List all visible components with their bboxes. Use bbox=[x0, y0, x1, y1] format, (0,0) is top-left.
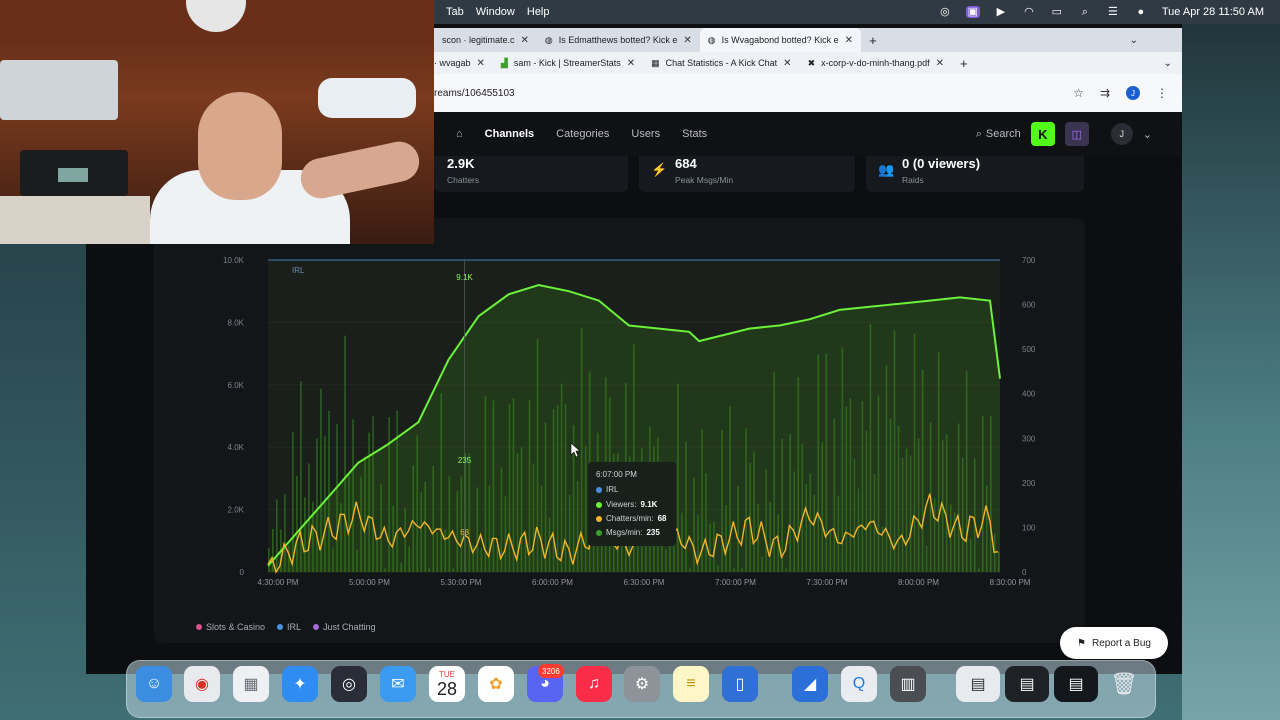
y-right-tick-label: 400 bbox=[1022, 390, 1036, 399]
y-right-tick-label: 600 bbox=[1022, 301, 1036, 310]
x-tick-label: 7:00:00 PM bbox=[715, 578, 756, 587]
webcam-overlay bbox=[0, 0, 434, 244]
tooltip-msgs: Msgs/min: 235 bbox=[596, 528, 660, 537]
chatters-dot bbox=[596, 515, 602, 522]
y-right-tick-label: 200 bbox=[1022, 479, 1036, 488]
launchpad-icon[interactable]: ▦ bbox=[233, 666, 269, 702]
viewers-dot bbox=[596, 501, 602, 508]
calendar-day: 28 bbox=[436, 678, 458, 699]
legend-dot bbox=[313, 624, 320, 630]
tooltip-chatters: Chatters/min: 68 bbox=[596, 514, 666, 523]
x-tick-label: 4:30:00 PM bbox=[258, 578, 299, 587]
photos-icon[interactable]: ✿ bbox=[478, 666, 514, 702]
y-right-tick-label: 500 bbox=[1022, 345, 1036, 354]
hover-chatters-label: 68 bbox=[460, 528, 469, 537]
legend-just-chatting[interactable]: Just Chatting bbox=[313, 622, 376, 632]
y-right-tick-label: 700 bbox=[1022, 256, 1036, 265]
y-left-tick-label: 6.0K bbox=[228, 381, 245, 390]
notes-icon[interactable]: ≡ bbox=[673, 666, 709, 702]
x-tick-label: 8:00:00 PM bbox=[898, 578, 939, 587]
safari-icon[interactable]: ✦ bbox=[282, 666, 318, 702]
report-bug-button[interactable]: ⚑ Report a Bug bbox=[1060, 627, 1168, 659]
y-left-tick-label: 0 bbox=[240, 568, 245, 577]
x-tick-label: 8:30:00 PM bbox=[990, 578, 1031, 587]
settings-icon[interactable]: ⚙ bbox=[624, 666, 660, 702]
chart-tooltip: 6:07:00 PM IRL Viewers: 9.1K Chatters/mi… bbox=[588, 462, 676, 546]
music-icon[interactable]: ♫ bbox=[576, 666, 612, 702]
y-left-tick-label: 10.0K bbox=[223, 256, 245, 265]
recent-window-3[interactable]: ▤ bbox=[1054, 666, 1098, 702]
chart-legend: Slots & Casino IRL Just Chatting bbox=[196, 622, 376, 632]
legend-dot bbox=[277, 624, 284, 630]
tooltip-time: 6:07:00 PM bbox=[596, 470, 637, 479]
person-head bbox=[198, 92, 282, 200]
discord-badge: 3206 bbox=[538, 664, 564, 678]
x-tick-label: 6:00:00 PM bbox=[532, 578, 573, 587]
peak-label: 9.1K bbox=[456, 273, 473, 282]
legend-irl[interactable]: IRL bbox=[277, 622, 301, 632]
app-icon[interactable]: ◢ bbox=[792, 666, 828, 702]
y-right-tick-label: 100 bbox=[1022, 523, 1036, 532]
porthole-window bbox=[318, 78, 416, 118]
x-tick-label: 7:30:00 PM bbox=[807, 578, 848, 587]
x-tick-label: 6:30:00 PM bbox=[624, 578, 665, 587]
obs-icon[interactable]: ◎ bbox=[331, 666, 367, 702]
calendar-icon[interactable]: TUE 28 bbox=[429, 666, 465, 702]
x-tick-label: 5:00:00 PM bbox=[349, 578, 390, 587]
y-right-tick-label: 0 bbox=[1022, 568, 1027, 577]
recent-window-2[interactable]: ▤ bbox=[1005, 666, 1049, 702]
preview-icon[interactable]: ▯ bbox=[722, 666, 758, 702]
mail-icon[interactable]: ✉ bbox=[380, 666, 416, 702]
legend-dot bbox=[196, 624, 202, 630]
y-right-tick-label: 300 bbox=[1022, 434, 1036, 443]
msgs-dot bbox=[596, 529, 602, 536]
category-band-label: IRL bbox=[292, 266, 305, 275]
tooltip-category: IRL bbox=[596, 485, 618, 494]
y-left-tick-label: 8.0K bbox=[228, 318, 245, 327]
trash-icon[interactable]: 🗑 bbox=[1106, 666, 1142, 702]
stereo-unit bbox=[0, 60, 118, 120]
tooltip-viewers: Viewers: 9.1K bbox=[596, 500, 657, 509]
cabin-panel bbox=[0, 196, 150, 244]
x-tick-label: 5:30:00 PM bbox=[441, 578, 482, 587]
person-arm bbox=[297, 137, 423, 203]
bug-report-icon: ⚑ bbox=[1077, 637, 1087, 649]
y-left-tick-label: 2.0K bbox=[228, 506, 245, 515]
legend-slots[interactable]: Slots & Casino bbox=[196, 622, 265, 632]
chrome-icon[interactable]: ◉ bbox=[184, 666, 220, 702]
radio-screen bbox=[58, 168, 88, 182]
hover-msgs-label: 235 bbox=[458, 456, 472, 465]
y-left-tick-label: 4.0K bbox=[228, 443, 245, 452]
quicktime-icon[interactable]: Q bbox=[841, 666, 877, 702]
calculator-icon[interactable]: ▥ bbox=[890, 666, 926, 702]
irl-dot bbox=[596, 486, 602, 493]
calendar-month: TUE bbox=[439, 669, 455, 679]
recent-window-1[interactable]: ▤ bbox=[956, 666, 1000, 702]
finder-icon[interactable]: ☺ bbox=[136, 666, 172, 702]
